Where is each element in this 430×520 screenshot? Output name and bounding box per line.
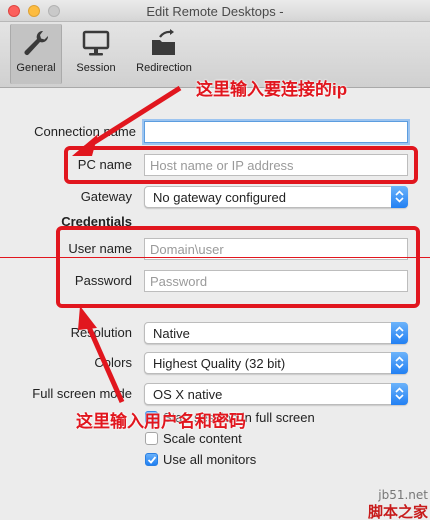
ip-annotation-text: 这里输入要连接的ip <box>196 80 348 99</box>
watermark-site: jb51.net <box>378 488 428 502</box>
watermark: jb51.net 脚本之家 <box>344 488 428 520</box>
credentials-annotation-text: 这里输入用户名和密码 <box>76 412 246 431</box>
arrow-to-credentials-icon <box>78 306 125 404</box>
arrow-to-pc-name-icon <box>72 85 182 156</box>
watermark-name: 脚本之家 <box>367 504 428 520</box>
